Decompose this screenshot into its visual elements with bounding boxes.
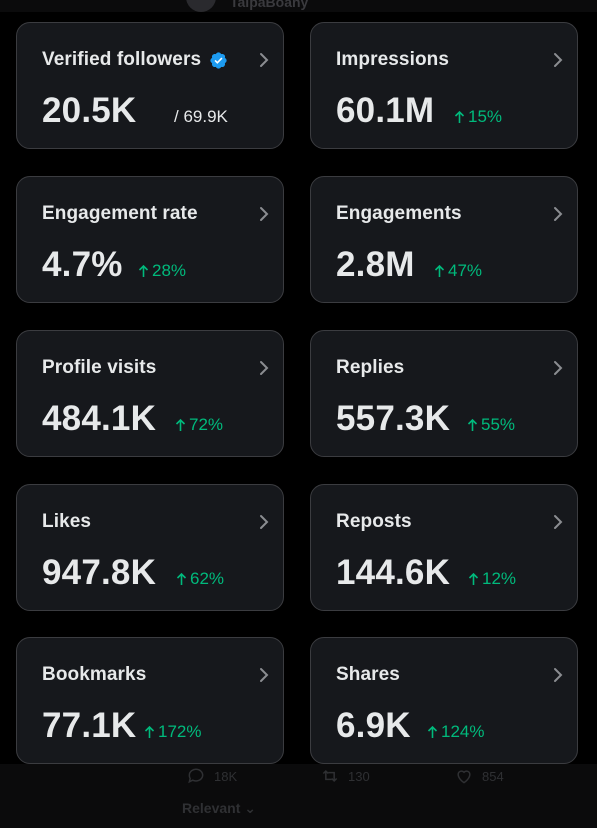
card-profile-visits[interactable]: Profile visits 484.1K 72%: [16, 330, 284, 457]
card-title: Impressions: [336, 49, 450, 70]
trend-value: 28%: [152, 261, 187, 280]
trend-indicator: 62%: [176, 569, 224, 589]
card-title: Engagement rate: [42, 203, 198, 224]
trend-indicator: 47%: [434, 261, 482, 281]
chevron-right-icon: [260, 53, 269, 67]
chevron-right-icon: [260, 668, 269, 682]
reply-action[interactable]: 18K: [186, 766, 237, 786]
card-value: 60.1M: [336, 91, 435, 130]
card-engagements[interactable]: Engagements 2.8M 47%: [310, 176, 578, 303]
background-post-actions: 18K 130 854 Relevant ⌄: [0, 764, 597, 828]
trend-value: 172%: [158, 722, 202, 741]
trend-indicator: 28%: [138, 261, 186, 281]
trend-value: 72%: [189, 415, 224, 434]
repost-icon: [322, 769, 338, 783]
heart-icon: [457, 770, 471, 784]
card-value: 484.1K: [42, 399, 157, 438]
chevron-right-icon: [260, 207, 269, 221]
card-title: Shares: [336, 664, 400, 685]
card-value: 144.6K: [336, 553, 451, 592]
card-title: Replies: [336, 357, 405, 378]
chevron-right-icon: [554, 207, 563, 221]
card-impressions[interactable]: Impressions 60.1M 15%: [310, 22, 578, 149]
trend-indicator: 72%: [175, 415, 223, 435]
trend-value: 62%: [190, 569, 225, 588]
card-bookmarks[interactable]: Bookmarks 77.1K 172%: [16, 637, 284, 764]
card-value: 77.1K: [42, 706, 137, 745]
card-likes[interactable]: Likes 947.8K 62%: [16, 484, 284, 611]
chevron-right-icon: [260, 361, 269, 375]
card-replies[interactable]: Replies 557.3K 55%: [310, 330, 578, 457]
chevron-right-icon: [554, 668, 563, 682]
sort-label: Relevant: [182, 800, 241, 816]
like-count: 854: [482, 768, 504, 784]
arrow-up-icon: [454, 110, 465, 123]
trend-value: 12%: [482, 569, 517, 588]
card-title-text: Verified followers: [42, 49, 202, 70]
card-title: Reposts: [336, 511, 412, 532]
repost-count: 130: [348, 768, 370, 784]
trend-value: 124%: [441, 722, 485, 741]
author-name: TaipaBoany: [230, 0, 309, 10]
trend-value: 47%: [448, 261, 483, 280]
repost-action[interactable]: 130: [320, 766, 370, 786]
arrow-up-icon: [427, 725, 438, 738]
trend-indicator: 12%: [468, 569, 516, 589]
arrow-up-icon: [138, 264, 149, 277]
sort-dropdown[interactable]: Relevant ⌄: [182, 800, 256, 817]
card-value: 947.8K: [42, 553, 157, 592]
card-value: 4.7%: [42, 245, 123, 284]
chevron-right-icon: [554, 515, 563, 529]
verified-badge-icon: [210, 51, 227, 69]
card-value: 6.9K: [336, 706, 411, 745]
trend-indicator: 55%: [467, 415, 515, 435]
card-title: Likes: [42, 511, 92, 532]
card-title: Verified followers: [42, 49, 228, 71]
card-shares[interactable]: Shares 6.9K 124%: [310, 637, 578, 764]
arrow-up-icon: [175, 418, 186, 431]
chevron-right-icon: [554, 361, 563, 375]
card-value: 557.3K: [336, 399, 451, 438]
avatar: [186, 0, 216, 12]
comment-icon: [188, 768, 204, 784]
trend-indicator: 124%: [427, 722, 484, 742]
arrow-up-icon: [467, 418, 478, 431]
card-engagement-rate[interactable]: Engagement rate 4.7% 28%: [16, 176, 284, 303]
analytics-overlay: TaipaBoany Verified followers 20.5K / 69…: [0, 0, 597, 828]
arrow-up-icon: [176, 572, 187, 585]
card-reposts[interactable]: Reposts 144.6K 12%: [310, 484, 578, 611]
card-value: 20.5K: [42, 91, 137, 130]
trend-value: 55%: [481, 415, 516, 434]
chevron-right-icon: [260, 515, 269, 529]
card-title: Engagements: [336, 203, 462, 224]
chevron-right-icon: [554, 53, 563, 67]
trend-indicator: 172%: [144, 722, 201, 742]
trend-value: 15%: [468, 107, 503, 126]
like-action[interactable]: 854: [454, 766, 504, 786]
card-title: Profile visits: [42, 357, 157, 378]
arrow-up-icon: [434, 264, 445, 277]
trend-indicator: 15%: [454, 107, 502, 127]
card-total: / 69.9K: [174, 107, 228, 126]
card-title: Bookmarks: [42, 664, 147, 685]
arrow-up-icon: [144, 725, 155, 738]
reply-count: 18K: [214, 768, 238, 784]
chevron-down-icon: ⌄: [244, 800, 256, 816]
background-post-header: TaipaBoany: [0, 0, 597, 12]
arrow-up-icon: [468, 572, 479, 585]
card-value: 2.8M: [336, 245, 415, 284]
card-verified-followers[interactable]: Verified followers 20.5K / 69.9K: [16, 22, 284, 149]
